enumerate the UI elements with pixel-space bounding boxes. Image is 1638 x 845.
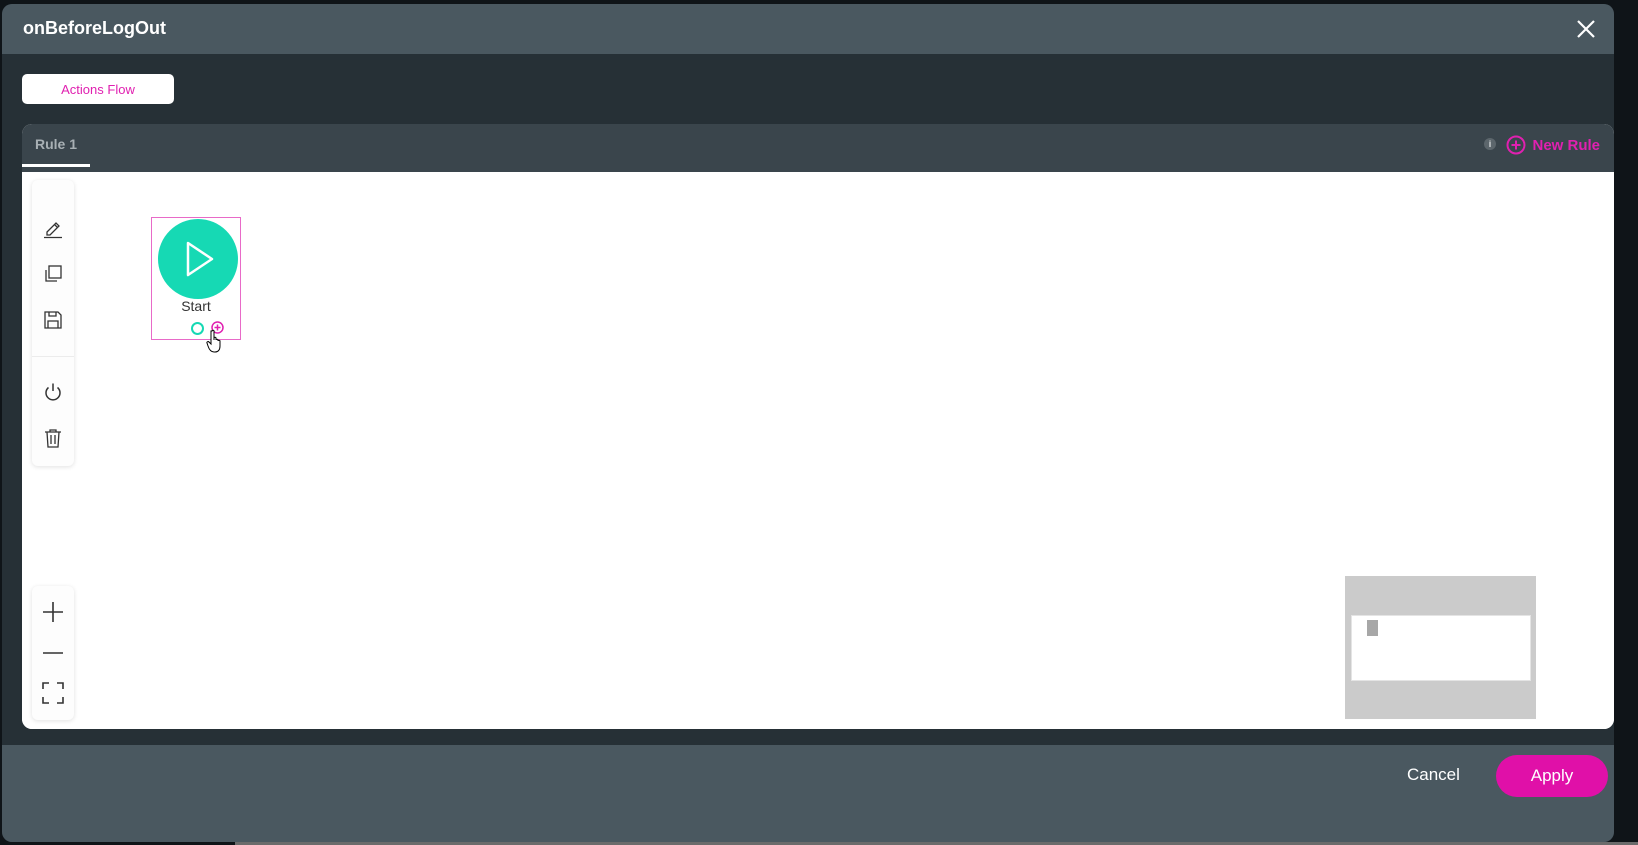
fit-screen-button[interactable] <box>41 681 65 705</box>
delete-button[interactable] <box>41 426 65 450</box>
info-icon[interactable]: i <box>1484 138 1496 150</box>
minimap[interactable] <box>1345 576 1536 719</box>
modal-header: onBeforeLogOut <box>2 4 1614 54</box>
pencil-icon <box>44 222 62 239</box>
new-rule-button[interactable]: New Rule <box>1506 134 1600 156</box>
close-button[interactable] <box>1572 15 1600 43</box>
save-button[interactable] <box>41 308 65 332</box>
tab-actions-flow[interactable]: Actions Flow <box>22 74 174 104</box>
close-icon <box>1577 20 1595 38</box>
start-node-circle <box>158 219 238 299</box>
plus-icon <box>43 602 63 622</box>
toggle-button[interactable] <box>41 380 65 404</box>
zoom-out-button[interactable] <box>41 641 65 665</box>
minimap-viewport[interactable] <box>1351 615 1531 681</box>
power-icon <box>45 383 61 401</box>
play-icon <box>186 241 214 277</box>
minus-icon <box>43 652 63 654</box>
plus-circle-icon <box>1506 135 1526 155</box>
copy-icon <box>45 265 62 282</box>
rule-tabs-bar: Rule 1 i New Rule <box>22 124 1614 172</box>
cancel-button[interactable]: Cancel <box>1407 765 1460 785</box>
rule-panel: Rule 1 i New Rule Start <box>22 124 1614 729</box>
output-port[interactable] <box>191 322 204 335</box>
start-node[interactable]: Start <box>151 217 241 340</box>
new-rule-label: New Rule <box>1532 136 1600 154</box>
node-toolbar <box>32 180 74 466</box>
tab-rule-1[interactable]: Rule 1 <box>22 124 90 167</box>
trash-icon <box>45 429 61 448</box>
zoom-controls <box>32 586 74 720</box>
flow-canvas[interactable]: Start <box>22 172 1614 729</box>
rule-editor-modal: onBeforeLogOut Actions Flow Rule 1 i New… <box>2 4 1614 842</box>
edit-button[interactable] <box>41 216 65 240</box>
modal-title: onBeforeLogOut <box>23 18 166 38</box>
minimap-node <box>1367 620 1378 636</box>
modal-footer: Cancel Apply <box>2 745 1614 842</box>
fit-screen-icon <box>42 682 64 704</box>
start-node-label: Start <box>181 298 211 314</box>
save-icon <box>44 311 62 329</box>
zoom-in-button[interactable] <box>41 600 65 624</box>
hand-cursor-icon <box>206 329 221 353</box>
toolbar-divider <box>32 356 74 357</box>
duplicate-button[interactable] <box>41 262 65 286</box>
apply-button[interactable]: Apply <box>1496 755 1608 797</box>
